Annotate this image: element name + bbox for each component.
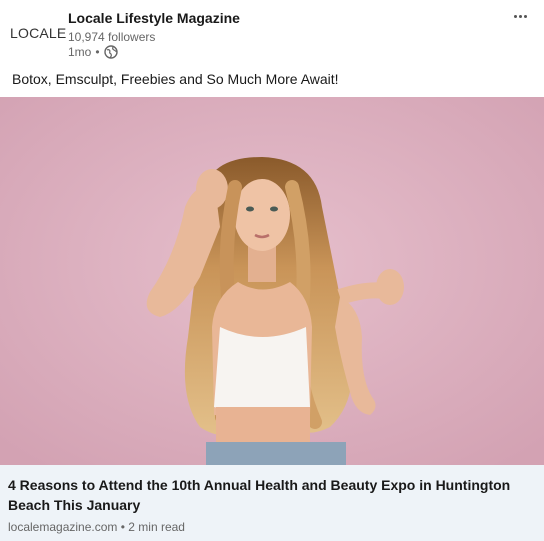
post-header: LOCALE Locale Lifestyle Magazine 10,974 … (0, 0, 544, 66)
more-dot (513, 14, 517, 18)
more-dot (523, 14, 527, 18)
link-title[interactable]: 4 Reasons to Attend the 10th Annual Heal… (8, 475, 528, 515)
post-age: 1mo (68, 45, 92, 59)
read-time: 2 min read (128, 520, 185, 534)
post-image-illustration (0, 97, 544, 465)
more-dot (518, 14, 522, 18)
more-options-button[interactable] (508, 8, 532, 24)
post-meta: 1mo • (68, 45, 118, 59)
post-image[interactable] (0, 97, 544, 465)
post-text: Botox, Emsculpt, Freebies and So Much Mo… (12, 71, 339, 87)
separator-dot: • (95, 45, 100, 59)
company-logo[interactable]: LOCALE (10, 25, 66, 43)
link-domain: localemagazine.com (8, 520, 118, 534)
author-name[interactable]: Locale Lifestyle Magazine (68, 10, 240, 26)
link-preview-card[interactable]: 4 Reasons to Attend the 10th Annual Heal… (0, 465, 544, 541)
globe-icon (103, 45, 118, 59)
follower-count: 10,974 followers (68, 30, 156, 44)
link-meta: localemagazine.com • 2 min read (8, 520, 185, 534)
